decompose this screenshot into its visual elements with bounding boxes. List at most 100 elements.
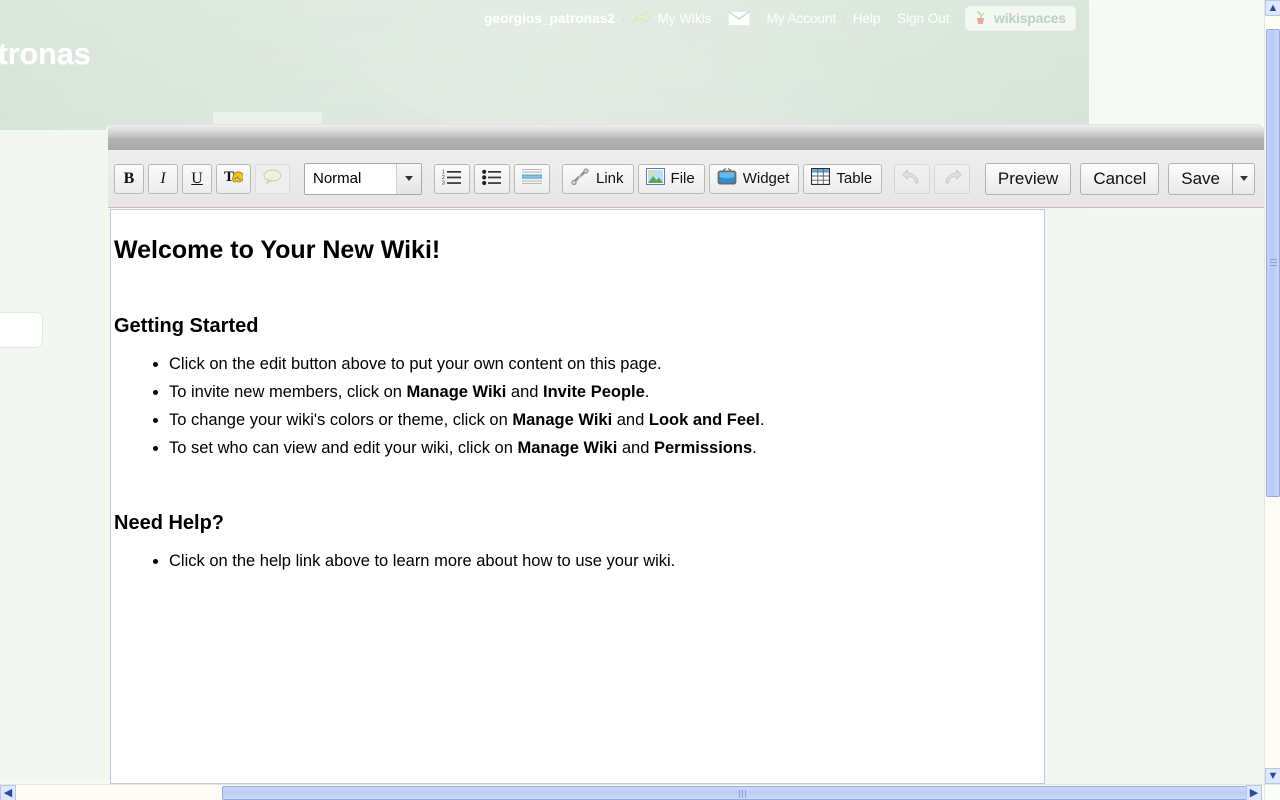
numbered-list-icon: 123	[442, 168, 462, 189]
list-item-post: .	[644, 383, 650, 401]
wiki-header: georgios_patronas2 · My Wikis · · My Acc…	[0, 0, 1089, 130]
save-menu-button[interactable]	[1233, 162, 1255, 195]
list-item-text: To set who can view and edit your wiki, …	[169, 439, 518, 457]
global-topnav: georgios_patronas2 · My Wikis · · My Acc…	[0, 0, 1089, 36]
help-link[interactable]: Help	[853, 11, 881, 26]
comment-button[interactable]	[255, 163, 290, 194]
horizontal-scrollbar[interactable]: ◀ ▶	[0, 784, 1280, 800]
need-help-heading: Need Help?	[114, 512, 225, 534]
editor-content-area[interactable]: Welcome to Your New Wiki! Getting Starte…	[110, 209, 1045, 784]
sidebar-widget-box	[0, 312, 43, 348]
cancel-button[interactable]: Cancel	[1080, 162, 1160, 195]
list-item: Click on the help link above to learn mo…	[169, 547, 1014, 575]
chain-link-icon	[570, 167, 590, 190]
insert-link-label: Link	[596, 170, 624, 187]
list-item: Click on the edit button above to put yo…	[169, 350, 1014, 378]
horizontal-scrollbar-thumb[interactable]	[222, 786, 1262, 800]
scroll-left-button[interactable]: ◀	[0, 785, 16, 800]
envelope-icon[interactable]	[727, 10, 750, 26]
list-item: To change your wiki's colors or theme, c…	[169, 406, 1014, 434]
list-item-post: .	[759, 411, 765, 429]
comment-bubble-icon	[263, 169, 282, 188]
wikispaces-logo[interactable]: wikispaces	[966, 6, 1075, 30]
sign-out-link[interactable]: Sign Out	[897, 11, 950, 26]
insert-widget-label: Widget	[742, 170, 790, 187]
text-format-group: B I U T	[114, 163, 290, 194]
list-item: To set who can view and edit your wiki, …	[169, 434, 1014, 462]
chevron-down-icon: ▼	[1267, 769, 1279, 782]
getting-started-heading: Getting Started	[114, 315, 259, 337]
bold-button[interactable]: B	[114, 163, 144, 194]
redo-button[interactable]	[934, 163, 971, 194]
italic-label: I	[160, 169, 166, 187]
my-account-link[interactable]: My Account	[766, 11, 836, 26]
list-item-bold-1: Manage Wiki	[406, 383, 507, 401]
list-item-bold-2: Invite People	[543, 383, 645, 401]
editor-toolbar: B I U T Normal 1 2 3 Link File Widget Ta…	[108, 150, 1265, 208]
nav-separator-2: ·	[717, 10, 722, 26]
text-color-button[interactable]: T	[216, 163, 251, 194]
insert-file-button[interactable]: File	[637, 163, 705, 194]
underline-label: U	[191, 169, 203, 187]
insert-file-label: File	[670, 170, 695, 187]
list-item-bold-2: Look and Feel	[648, 411, 760, 429]
nav-separator-3: ·	[755, 10, 761, 26]
horizontal-rule-icon	[521, 168, 543, 189]
forward-arrow-icon	[631, 10, 652, 26]
insert-link-button[interactable]: Link	[562, 163, 634, 194]
list-item-mid: and	[617, 439, 654, 457]
list-item-text: Click on the help link above to learn mo…	[169, 552, 676, 570]
bulleted-list-button[interactable]	[474, 163, 510, 194]
wiki-editor-panel: B I U T Normal 1 2 3 Link File Widget Ta…	[108, 124, 1265, 784]
editor-titlebar	[108, 124, 1265, 150]
my-wikis-link[interactable]: My Wikis	[631, 11, 711, 26]
list-item-bold-1: Manage Wiki	[512, 411, 613, 429]
underline-button[interactable]: U	[182, 163, 212, 194]
document-title: Welcome to Your New Wiki!	[114, 236, 441, 264]
list-item-bold-2: Permissions	[654, 439, 753, 457]
bulleted-list-icon	[482, 168, 502, 189]
svg-text:3: 3	[442, 181, 445, 186]
list-group: 123	[434, 163, 550, 194]
paragraph-style-value: Normal	[313, 170, 362, 187]
nav-separator-4: ·	[842, 10, 847, 26]
insert-table-button[interactable]: Table	[803, 163, 883, 194]
my-wikis-label: My Wikis	[657, 10, 712, 26]
nav-separator-6: ·	[955, 10, 961, 26]
save-button[interactable]: Save	[1168, 162, 1233, 195]
text-color-palette-icon: T	[224, 167, 244, 190]
editor-outside-area	[1045, 209, 1265, 784]
redo-arrow-icon	[942, 168, 962, 190]
horizontal-rule-button[interactable]	[514, 163, 550, 194]
editor-actions: Preview Cancel Save	[984, 162, 1259, 195]
nav-separator-5: ·	[886, 10, 892, 26]
page-background-left	[0, 130, 110, 780]
scroll-right-button[interactable]: ▶	[1246, 785, 1262, 800]
vertical-scrollbar[interactable]: ▲ ▼	[1264, 0, 1280, 784]
chevron-right-icon: ▶	[1249, 786, 1259, 799]
scrollbar-grip	[1270, 259, 1277, 267]
insert-widget-button[interactable]: Widget	[708, 163, 800, 194]
table-grid-icon	[811, 167, 831, 189]
need-help-list: Click on the help link above to learn mo…	[114, 547, 1014, 575]
wikispaces-wordmark: wikispaces	[994, 10, 1066, 26]
scroll-up-button[interactable]: ▲	[1265, 0, 1280, 16]
vertical-scrollbar-track[interactable]	[1265, 16, 1280, 768]
insert-table-label: Table	[836, 170, 873, 187]
chevron-down-icon[interactable]	[396, 163, 421, 194]
image-file-icon	[645, 168, 665, 189]
scrollbar-grip	[739, 790, 746, 798]
undo-button[interactable]	[894, 163, 931, 194]
list-item-mid: and	[506, 383, 544, 401]
list-item-text: To invite new members, click on	[169, 383, 407, 401]
list-item: To invite new members, click on Manage W…	[169, 378, 1014, 406]
italic-button[interactable]: I	[148, 163, 178, 194]
list-item-mid: and	[612, 411, 649, 429]
wiki-title: patronas	[0, 36, 91, 71]
vertical-scrollbar-thumb[interactable]	[1266, 29, 1280, 497]
preview-button[interactable]: Preview	[984, 162, 1072, 195]
paragraph-style-select[interactable]: Normal	[304, 162, 422, 195]
insert-group: Link File Widget Table	[562, 163, 883, 194]
scroll-down-button[interactable]: ▼	[1265, 768, 1280, 784]
numbered-list-button[interactable]: 123	[434, 163, 470, 194]
